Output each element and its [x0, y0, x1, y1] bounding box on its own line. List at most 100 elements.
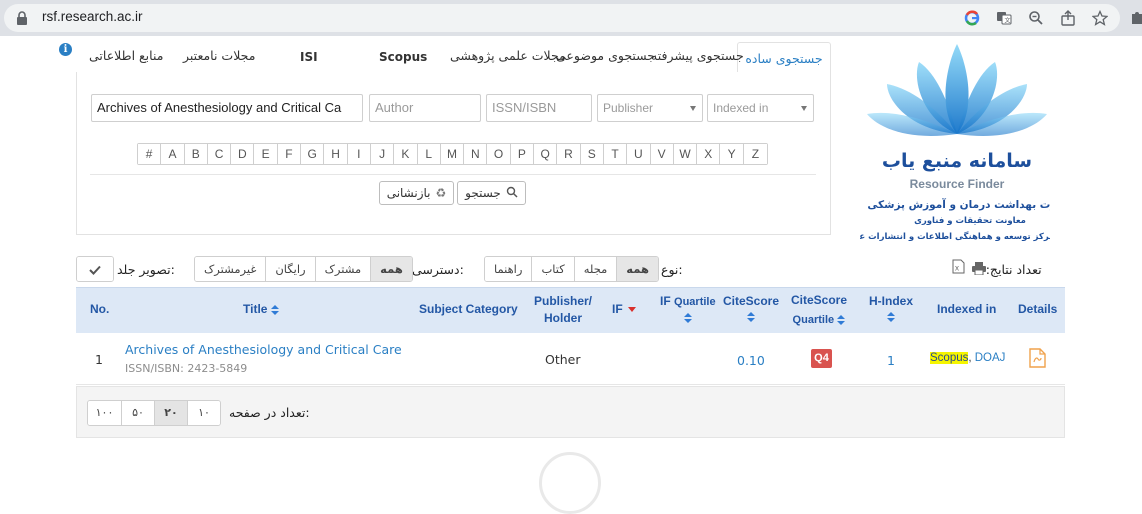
type-option-journal[interactable]: مجله — [573, 257, 617, 281]
letter-filter-a[interactable]: A — [161, 144, 185, 164]
logo-deputy-line: معاونت تحقیقات و فناوری — [914, 216, 1026, 226]
letter-filter-g[interactable]: G — [301, 144, 325, 164]
journal-title-link[interactable]: Archives of Anesthesiology and Critical … — [125, 342, 402, 357]
document-details-icon[interactable] — [1029, 348, 1046, 372]
letter-filter-p[interactable]: P — [510, 144, 535, 164]
row-number: 1 — [95, 352, 103, 367]
letter-filter-hash[interactable]: # — [138, 144, 162, 164]
type-option-guide[interactable]: راهنما — [485, 257, 532, 281]
svg-text:x: x — [955, 264, 959, 273]
access-option-subscribed[interactable]: مشترک — [314, 257, 371, 281]
lock-icon[interactable] — [14, 10, 30, 26]
letter-filter-m[interactable]: M — [440, 144, 465, 164]
access-option-all[interactable]: همه — [370, 257, 412, 281]
col-if[interactable]: IF — [612, 302, 636, 316]
page-size-10[interactable]: ۱۰ — [187, 401, 220, 425]
letter-filter-o[interactable]: O — [487, 144, 511, 164]
page-size-100[interactable]: ۱۰۰ — [88, 401, 121, 425]
tab-scopus[interactable]: Scopus — [379, 50, 427, 64]
letter-filter-n[interactable]: N — [464, 144, 488, 164]
letter-filter-z[interactable]: Z — [743, 144, 768, 164]
access-filter: غیرمشترک رایگان مشترک همه — [194, 256, 413, 282]
tab-simple-search[interactable]: جستجوی ساده — [737, 42, 831, 74]
alphabet-filter: # A B C D E F G H I J K L M N O P Q R S T U V W X Y Z — [137, 143, 769, 165]
tab-advanced-search[interactable]: جستجوی پیشرفته — [651, 48, 744, 63]
divider — [90, 174, 816, 175]
excel-export-icon[interactable]: x — [952, 259, 965, 278]
letter-filter-i[interactable]: I — [347, 144, 371, 164]
indexed-in-select[interactable]: Indexed in — [707, 94, 814, 122]
logo-center-line: مرکز توسعه و هماهنگی اطلاعات و انتشارات … — [860, 231, 1050, 242]
letter-filter-c[interactable]: C — [207, 144, 232, 164]
logo-title-fa: سامانه منبع یاب — [882, 150, 1032, 172]
reset-button[interactable]: بازنشانی ♻ — [379, 181, 454, 205]
translate-icon[interactable]: 文 — [994, 8, 1014, 28]
letter-filter-b[interactable]: B — [184, 144, 208, 164]
page-size-selector: ۱۰۰ ۵۰ ۲۰ ۱۰ — [87, 400, 221, 426]
type-option-all[interactable]: همه — [616, 257, 658, 281]
reset-button-label: بازنشانی — [386, 186, 431, 200]
col-subject-category: Subject Category — [419, 302, 518, 316]
col-citescore-quartile[interactable]: CiteScore Quartile — [791, 291, 847, 330]
print-icon[interactable] — [972, 260, 986, 279]
citescore-quartile-badge: Q4 — [811, 349, 832, 368]
page-size-20[interactable]: ۲۰ — [154, 401, 187, 425]
letter-filter-q[interactable]: Q — [534, 144, 558, 164]
type-filter-label: نوع: — [661, 262, 683, 277]
search-button-label: جستجو — [465, 186, 501, 200]
letter-filter-r[interactable]: R — [557, 144, 581, 164]
zoom-icon[interactable] — [1026, 8, 1046, 28]
letter-filter-s[interactable]: S — [580, 144, 604, 164]
col-if-quartile-line1: IF — [660, 294, 671, 308]
journal-citescore: 0.10 — [737, 353, 765, 368]
tab-research-journals[interactable]: مجلات علمی پژوهشی — [450, 48, 566, 63]
letter-filter-u[interactable]: U — [627, 144, 651, 164]
letter-filter-l[interactable]: L — [417, 144, 441, 164]
author-input[interactable]: Author — [369, 94, 481, 122]
letter-filter-y[interactable]: Y — [720, 144, 744, 164]
bookmark-star-icon[interactable] — [1090, 8, 1110, 28]
col-publisher-line2: Holder — [544, 311, 583, 325]
col-if-quartile[interactable]: IF Quartile — [660, 294, 716, 325]
type-option-book[interactable]: کتاب — [531, 257, 574, 281]
share-icon[interactable] — [1058, 8, 1078, 28]
google-icon[interactable] — [962, 8, 982, 28]
letter-filter-e[interactable]: E — [254, 144, 278, 164]
letter-filter-d[interactable]: D — [231, 144, 255, 164]
journal-hindex: 1 — [887, 353, 895, 368]
col-hindex[interactable]: H-Index — [869, 294, 913, 324]
letter-filter-x[interactable]: X — [697, 144, 721, 164]
col-hindex-label: H-Index — [869, 294, 914, 308]
page-size-50[interactable]: ۵۰ — [121, 401, 154, 425]
search-button[interactable]: جستجو — [457, 181, 526, 205]
address-bar[interactable]: rsf.research.ac.ir 文 — [4, 4, 1120, 32]
tab-invalid-journals[interactable]: مجلات نامعتبر — [183, 48, 255, 63]
url-text[interactable]: rsf.research.ac.ir — [42, 9, 143, 24]
letter-filter-j[interactable]: J — [370, 144, 395, 164]
indexed-doaj-link[interactable]: DOAJ — [975, 352, 1006, 364]
resource-finder-logo: سامانه منبع یاب Resource Finder وزارت به… — [860, 44, 1050, 242]
page-size-label: تعداد در صفحه: — [229, 405, 310, 420]
cover-image-toggle[interactable] — [76, 256, 114, 282]
tab-information-sources[interactable]: منابع اطلاعاتی — [89, 48, 163, 63]
letter-filter-k[interactable]: K — [394, 144, 418, 164]
letter-filter-v[interactable]: V — [650, 144, 674, 164]
tab-topical-search[interactable]: جستجوی موضوعی — [556, 48, 655, 63]
letter-filter-h[interactable]: H — [324, 144, 348, 164]
issn-input[interactable]: ISSN/ISBN — [486, 94, 592, 122]
tab-isi[interactable]: ISI — [300, 50, 318, 64]
col-citescore[interactable]: CiteScore — [723, 294, 779, 324]
letter-filter-t[interactable]: T — [603, 144, 628, 164]
checkmark-icon — [77, 257, 113, 281]
info-icon[interactable]: i — [59, 43, 72, 56]
letter-filter-f[interactable]: F — [277, 144, 302, 164]
col-title[interactable]: Title — [243, 302, 279, 316]
access-option-free[interactable]: رایگان — [265, 257, 315, 281]
indexed-scopus-link[interactable]: Scopus — [930, 352, 969, 364]
logo-ministry-line: وزارت بهداشت درمان و آموزش پزشکی — [867, 198, 1050, 211]
letter-filter-w[interactable]: W — [673, 144, 698, 164]
access-option-nonsubscribed[interactable]: غیرمشترک — [195, 257, 266, 281]
publisher-select[interactable]: Publisher — [597, 94, 703, 122]
extensions-icon[interactable] — [1127, 8, 1142, 28]
title-input[interactable]: Archives of Anesthesiology and Critical … — [91, 94, 363, 122]
